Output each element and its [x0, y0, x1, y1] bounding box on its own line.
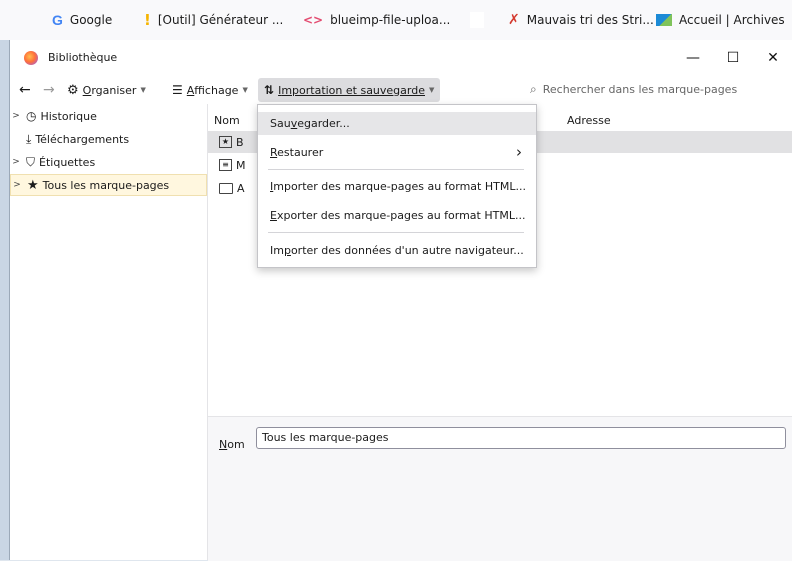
- menu-separator: [268, 169, 524, 170]
- tag-icon: ⛉: [26, 154, 36, 169]
- menu-text: mporter des marque-pages au format HTML.…: [273, 180, 526, 193]
- chevron-right-icon[interactable]: >: [11, 180, 23, 190]
- download-icon: ⤓: [26, 131, 32, 146]
- search-placeholder: Rechercher dans les marque-pages: [542, 82, 738, 96]
- tree-item-downloads[interactable]: ⤓ Téléchargements: [10, 128, 207, 150]
- import-label: Importation et sauvegarde: [278, 84, 425, 97]
- person-run-icon: ✗: [508, 12, 520, 28]
- bookmark-label: [Outil] Générateur ...: [157, 13, 284, 27]
- name-field-label: Nom: [219, 438, 245, 451]
- maximize-button[interactable]: ☐: [713, 40, 753, 76]
- details-pane: Nom Tous les marque-pages: [208, 416, 792, 561]
- view-lines-icon: ☰: [172, 83, 183, 97]
- tree-item-label: Tous les marque-pages: [42, 178, 170, 192]
- menu-item-restore[interactable]: Restaurer ›: [258, 141, 536, 164]
- menu-item-export-html[interactable]: Exporter des marque-pages au format HTML…: [258, 204, 536, 227]
- gear-icon: ⚙: [67, 82, 79, 98]
- organise-menu-button[interactable]: ⚙ Organiser ▼: [67, 76, 146, 104]
- view-label: Affichage: [187, 84, 239, 97]
- import-backup-menu: Sauvegarder... Restaurer › Importer des m…: [257, 104, 537, 268]
- tree-item-label: Téléchargements: [35, 132, 130, 146]
- menu-accesskey: E: [270, 209, 277, 222]
- bookmark-generateur[interactable]: ! [Outil] Générateur ...: [144, 0, 283, 40]
- back-button[interactable]: ←: [19, 76, 31, 104]
- menu-item-backup[interactable]: Sauvegarder...: [258, 112, 536, 135]
- tree-item-label: Historique: [40, 109, 97, 123]
- places-tree: > ◷ Historique ⤓ Téléchargements > ⛉ Éti…: [10, 104, 208, 560]
- bookmark-google[interactable]: G Google: [52, 0, 112, 40]
- list-row-name: A: [237, 181, 245, 195]
- chevron-down-icon: ▼: [242, 86, 248, 94]
- bookmark-blueimp[interactable]: <> blueimp-file-uploa...: [303, 0, 450, 40]
- tree-item-tags[interactable]: > ⛉ Étiquettes: [10, 151, 207, 173]
- bookmark-label: Mauvais tri des Stri...: [526, 13, 654, 27]
- tree-item-history[interactable]: > ◷ Historique: [10, 105, 207, 127]
- close-button[interactable]: ✕: [753, 40, 792, 76]
- menu-text: estaurer: [277, 146, 324, 159]
- chevron-down-icon: ▼: [428, 86, 435, 94]
- column-header-address[interactable]: Adresse: [567, 111, 611, 131]
- menu-accesskey: p: [283, 244, 291, 257]
- menu-separator: [268, 232, 524, 233]
- chevron-right-icon: ›: [516, 143, 522, 161]
- firefox-icon: [24, 51, 38, 65]
- title-bar: Bibliothèque — ☐ ✕: [10, 40, 792, 76]
- bookmark-label: Accueil | Archives: [679, 13, 785, 27]
- view-menu-button[interactable]: ☰ Affichage ▼: [172, 76, 248, 104]
- sort-arrows-icon: ⇅: [264, 83, 275, 97]
- menu-folder-icon: ≡: [219, 159, 232, 171]
- tree-item-label: Étiquettes: [39, 155, 96, 169]
- list-row-name: B: [236, 135, 244, 149]
- list-row-name: M: [236, 158, 246, 172]
- menu-text: egarder...: [297, 117, 350, 130]
- bookmark-label: blueimp-file-uploa...: [330, 13, 451, 27]
- search-icon: ⌕: [530, 81, 537, 96]
- import-label-text: mportation et sauvegarde: [281, 83, 425, 97]
- bookmark-mauvais-tri[interactable]: ✗ Mauvais tri des Stri...: [508, 0, 654, 40]
- tree-item-all-bookmarks[interactable]: > ★ Tous les marque-pages: [10, 174, 207, 196]
- search-bookmarks-input[interactable]: ⌕ Rechercher dans les marque-pages: [530, 78, 790, 100]
- exclamation-icon: !: [144, 11, 151, 29]
- star-icon: ★: [27, 177, 39, 193]
- column-header-name[interactable]: Nom: [214, 111, 240, 131]
- view-label-text: ffichage: [194, 83, 239, 97]
- google-icon: G: [52, 12, 63, 28]
- organise-label: Organiser: [83, 84, 137, 97]
- blank-favicon: [470, 12, 484, 28]
- code-icon: <>: [303, 13, 324, 27]
- import-backup-menu-button[interactable]: ⇅ Importation et sauvegarde ▼: [258, 78, 441, 102]
- chevron-right-icon[interactable]: >: [10, 157, 22, 167]
- window-title: Bibliothèque: [48, 51, 118, 64]
- clock-icon: ◷: [26, 109, 37, 123]
- bookmark-label: Google: [69, 13, 113, 27]
- bookmarks-toolbar: G Google ! [Outil] Générateur ... <> blu…: [0, 0, 792, 41]
- name-label-text: om: [227, 438, 245, 451]
- chevron-down-icon: ▼: [140, 86, 146, 94]
- name-field[interactable]: Tous les marque-pages: [256, 427, 786, 449]
- menu-text: Im: [270, 244, 284, 257]
- name-label-accesskey: N: [219, 438, 228, 451]
- forward-button[interactable]: →: [43, 76, 55, 104]
- minimize-button[interactable]: —: [673, 40, 713, 76]
- organise-label-text: rganiser: [91, 83, 137, 97]
- library-toolbar: ← → ⚙ Organiser ▼ ☰ Affichage ▼ ⇅ Import…: [10, 76, 792, 104]
- menu-text: orter des données d'un autre navigateur.…: [290, 244, 524, 257]
- toolbar-folder-icon: ★: [219, 136, 232, 148]
- folder-icon: [219, 182, 233, 194]
- archives-icon: [656, 14, 672, 26]
- desktop-background: [0, 40, 9, 560]
- menu-text: xporter des marque-pages au format HTML.…: [276, 209, 526, 222]
- menu-item-import-browser[interactable]: Importer des données d'un autre navigate…: [258, 239, 536, 262]
- menu-text: Sau: [270, 117, 291, 130]
- bookmark-archives[interactable]: Accueil | Archives: [656, 0, 785, 40]
- menu-item-import-html[interactable]: Importer des marque-pages au format HTML…: [258, 175, 536, 198]
- chevron-right-icon[interactable]: >: [10, 111, 22, 121]
